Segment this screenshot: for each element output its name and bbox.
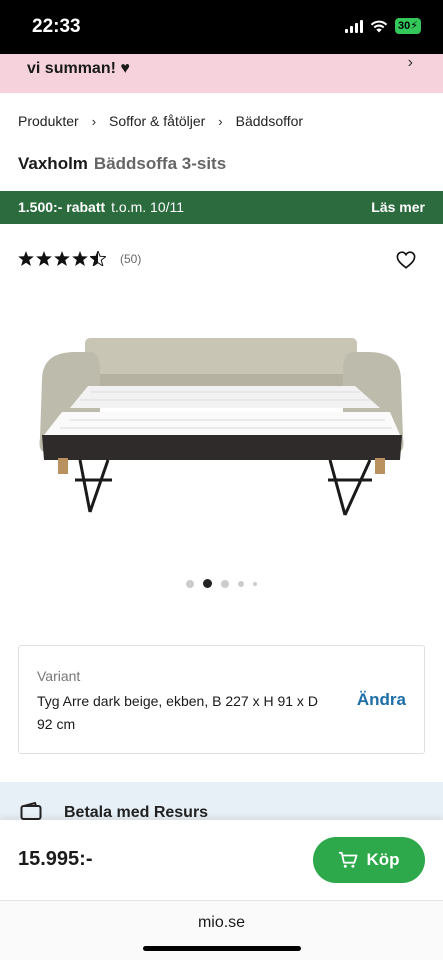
cart-icon <box>339 851 358 868</box>
heart-icon[interactable] <box>396 251 416 274</box>
pagination-dot-active[interactable] <box>203 579 212 588</box>
pagination-dot[interactable] <box>186 579 194 588</box>
status-time: 22:33 <box>32 16 81 37</box>
variant-card[interactable]: Variant Tyg Arre dark beige, ekben, B 22… <box>18 645 425 754</box>
star-full-icon <box>54 251 70 266</box>
pagination-dot[interactable] <box>238 580 244 587</box>
discount-info: 1.500:- rabatt t.o.m. 10/11 <box>18 199 184 215</box>
wifi-icon <box>370 20 388 33</box>
purchase-bar: 15.995:- Köp <box>0 820 443 900</box>
read-more-link[interactable]: Läs mer <box>371 199 425 215</box>
discount-banner[interactable]: 1.500:- rabatt t.o.m. 10/11 Läs mer <box>0 191 443 224</box>
gallery-pagination[interactable] <box>0 579 443 588</box>
browser-url-bar[interactable]: mio.se <box>0 900 443 960</box>
buy-label: Köp <box>366 850 400 869</box>
rating-stars <box>18 251 106 266</box>
battery-icon: 30⚡ <box>395 18 421 34</box>
breadcrumb: Produkter › Soffor & fåtöljer › Bäddsoff… <box>18 113 303 129</box>
chevron-right-icon: › <box>218 113 223 129</box>
home-indicator[interactable] <box>143 946 301 951</box>
star-half-icon <box>90 251 106 266</box>
status-icons: 30⚡ <box>345 18 421 34</box>
breadcrumb-soffor[interactable]: Soffor & fåtöljer <box>109 113 205 129</box>
product-model: Bäddsoffa 3-sits <box>93 154 227 173</box>
product-price: 15.995:- <box>18 848 93 870</box>
star-full-icon <box>72 251 88 266</box>
battery-level: 30 <box>398 20 411 32</box>
product-title: Vaxholm Bäddsoffa 3-sits <box>18 154 226 174</box>
variant-value: Tyg Arre dark beige, ekben, B 227 x H 91… <box>37 693 318 732</box>
payment-banner[interactable]: Betala med Resurs <box>0 782 443 822</box>
review-count: (50) <box>120 251 142 266</box>
promo-text: vi summan! ♥ <box>27 60 130 77</box>
product-rating[interactable]: (50) <box>18 251 141 266</box>
product-image[interactable] <box>30 330 413 520</box>
breadcrumb-produkter[interactable]: Produkter <box>18 113 79 129</box>
star-full-icon <box>36 251 52 266</box>
url-text[interactable]: mio.se <box>0 914 443 932</box>
status-bar: 22:33 30⚡ <box>0 0 443 54</box>
discount-period: t.o.m. 10/11 <box>111 199 185 215</box>
promo-banner[interactable]: vi summan! ♥ › <box>0 54 443 93</box>
cellular-signal-icon <box>345 19 364 33</box>
change-variant-button[interactable]: Ändra <box>357 690 406 710</box>
pagination-dot[interactable] <box>253 581 257 586</box>
variant-label: Variant <box>37 668 81 684</box>
pagination-dot[interactable] <box>221 579 229 588</box>
buy-button[interactable]: Köp <box>313 837 425 883</box>
discount-amount: 1.500:- rabatt <box>18 199 106 215</box>
breadcrumb-baddsoffor[interactable]: Bäddsoffor <box>236 113 303 129</box>
chevron-right-icon: › <box>91 113 97 129</box>
promo-chevron-icon[interactable]: › <box>408 54 413 72</box>
product-brand: Vaxholm <box>18 154 88 173</box>
star-full-icon <box>18 251 34 266</box>
